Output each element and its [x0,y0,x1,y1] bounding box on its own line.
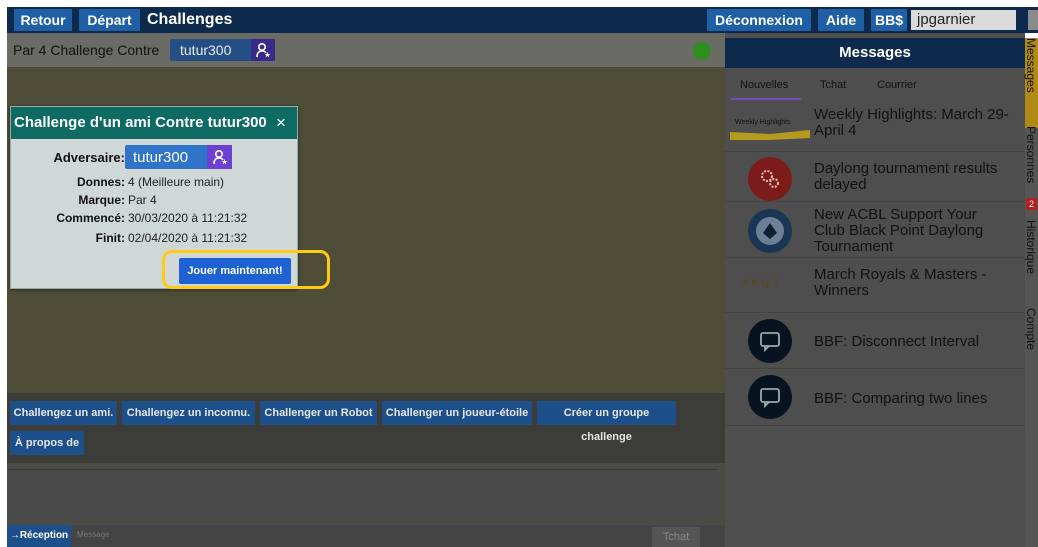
tab-chat[interactable]: Tchat [820,79,846,91]
help-button[interactable]: Aide [818,9,864,31]
opponent-badge[interactable]: tutur300 [170,39,275,61]
menu-handle[interactable] [1028,10,1038,30]
chat-area [7,469,718,519]
challenge-toolbar: Challengez un ami. Challengez un inconnu… [7,393,725,463]
challenge-friend-button[interactable]: Challengez un ami. [10,401,117,425]
tab-mail[interactable]: Courrier [877,79,917,91]
about-button[interactable]: À propos de [10,431,84,455]
message-input[interactable]: Message [77,530,109,539]
dialog-opponent-name: tutur300 [133,149,189,166]
start-button[interactable]: Départ [79,9,140,31]
challenge-star-button[interactable]: Challenger un joueur-étoile [382,401,532,425]
list-item[interactable]: Weekly Highlights Weekly Highlights: Mar… [725,101,1025,152]
star-user-icon [251,39,275,61]
challenge-title: Par 4 Challenge Contre [13,42,160,58]
row-scoring: Marque: Par 4 [11,193,297,210]
dialog-title: Challenge d'un ami Contre tutur300 [14,114,267,131]
cards-thumb: A K Q J [738,270,798,300]
weekly-highlights-thumb: Weekly Highlights [730,110,810,140]
create-group-button[interactable]: Créer un groupe challenge [537,401,676,443]
news-text: March Royals & Masters - Winners [814,266,987,299]
reception-button[interactable]: →Réception [7,525,71,547]
list-item[interactable]: Daylong tournament results delayed [725,152,1025,202]
news-text: Daylong tournament results delayed [814,160,998,193]
gears-icon [748,157,792,201]
messages-title: Messages [725,38,1025,68]
news-text: Weekly Highlights: March 29-April 4 [814,106,1009,139]
row-value: Par 4 [128,193,157,207]
active-tab-indicator [731,98,801,100]
star-user-icon [207,145,232,169]
row-key: Finit: [95,231,125,245]
news-text: BBF: Disconnect Interval [814,333,980,350]
row-started: Commencé: 30/03/2020 à 11:21:32 [11,211,297,228]
chat-bubble-icon [748,375,792,419]
challenge-stranger-button[interactable]: Challengez un inconnu. [122,401,255,425]
list-item[interactable]: New ACBL Support Your Club Black Point D… [725,202,1025,258]
row-value: 02/04/2020 à 11:21:32 [128,231,248,245]
online-status-dot [693,42,711,60]
row-value: 4 (Meilleure main) [128,175,225,189]
thumb-caption: A K Q J [742,278,778,289]
list-item[interactable]: A K Q J March Royals & Masters - Winners [725,258,1025,313]
news-text: New ACBL Support Your Club Black Point D… [814,206,984,255]
highlight-ring [162,250,330,289]
back-button[interactable]: Retour [14,9,72,31]
row-key: Commencé: [56,211,125,225]
challenge-header: Par 4 Challenge Contre tutur300 [7,33,725,67]
row-deals: Donnes: 4 (Meilleure main) [11,175,297,192]
chat-send-button[interactable]: Tchat [652,527,700,547]
news-text: BBF: Comparing two lines [814,390,988,407]
row-key: Donnes: [77,175,125,189]
close-icon[interactable]: × [276,113,286,133]
tab-news[interactable]: Nouvelles [740,79,788,91]
dialog-opponent-badge[interactable]: tutur300 [125,145,232,169]
messages-tabs: Nouvelles Tchat Courrier [725,71,1025,101]
chat-input-bar: →Réception Message Tchat [7,525,725,547]
people-count-badge: 2 [1026,198,1037,210]
row-value: 30/03/2020 à 11:21:32 [128,211,248,225]
chat-bubble-icon [748,319,792,363]
row-key: Adversaire: [53,150,125,165]
challenge-panel: Par 4 Challenge Contre tutur300 Challeng… [7,33,725,547]
username-display[interactable]: jpgarnier [911,10,1016,30]
row-key: Marque: [78,193,125,207]
list-item[interactable]: BBF: Disconnect Interval [725,313,1025,369]
messages-panel: Messages Nouvelles Tchat Courrier Weekly… [725,33,1025,547]
side-tab-account[interactable]: Compte [1024,308,1038,368]
logout-button[interactable]: Déconnexion [707,9,811,31]
acbl-logo-icon [748,209,792,253]
opponent-name: tutur300 [180,42,232,58]
list-item[interactable]: BBF: Comparing two lines [725,369,1025,426]
side-tabs: Messages Personnes 2 Historique Compte [1024,38,1038,547]
row-finished: Finit: 02/04/2020 à 11:21:32 [11,231,297,248]
bbs-button[interactable]: BB$ [871,9,907,31]
challenge-robot-button[interactable]: Challenger un Robot [260,401,377,425]
dialog-header: Challenge d'un ami Contre tutur300 × [11,107,297,139]
side-tab-people[interactable]: Personnes [1024,126,1038,202]
news-list: Weekly Highlights Weekly Highlights: Mar… [725,101,1025,426]
side-tab-history[interactable]: Historique [1024,220,1038,306]
page-title: Challenges [147,11,233,28]
side-tab-messages[interactable]: Messages [1024,38,1038,128]
top-bar: Retour Départ Challenges Déconnexion Aid… [7,7,1038,33]
